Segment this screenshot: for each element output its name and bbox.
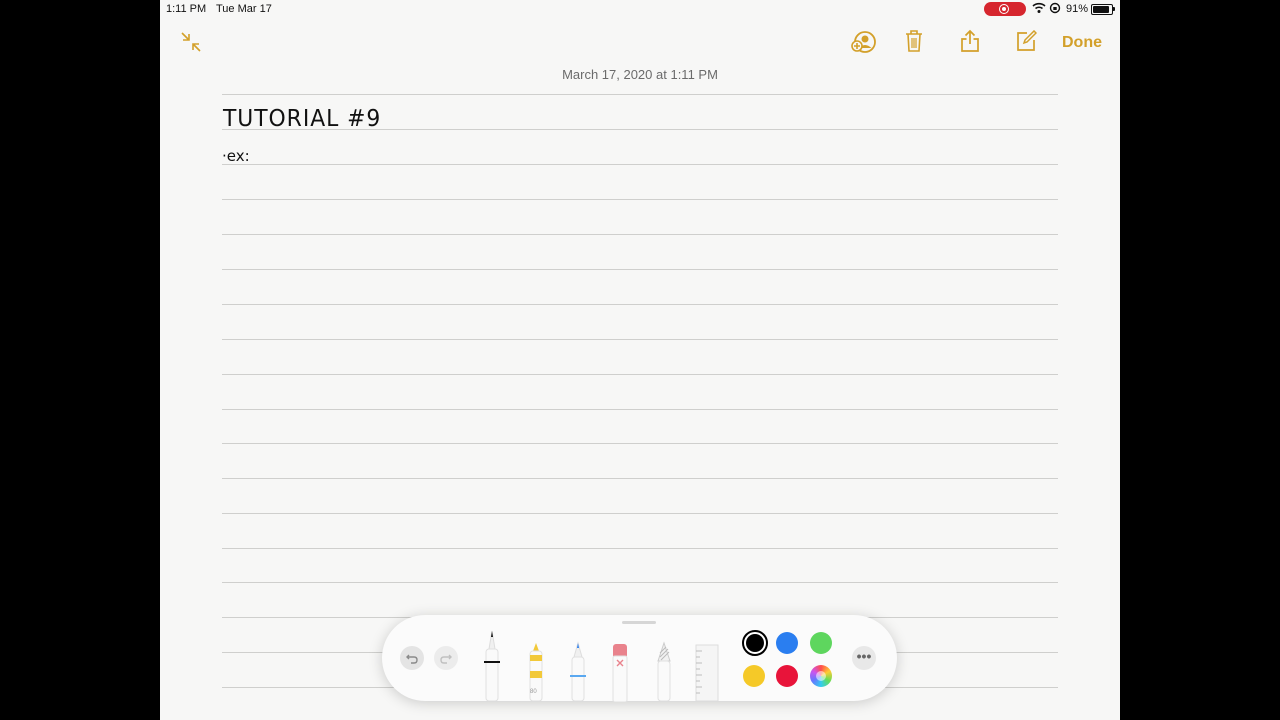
trash-icon[interactable]	[904, 29, 924, 53]
handwritten-title: TUTORIAL #9	[223, 106, 382, 132]
note-toolbar: Done	[160, 28, 1120, 58]
pencil-tool[interactable]	[566, 641, 590, 701]
color-red-swatch[interactable]	[776, 665, 798, 687]
screen-recording-indicator[interactable]	[984, 2, 1026, 16]
redo-button[interactable]	[434, 646, 458, 670]
status-time: 1:11 PM	[166, 3, 207, 15]
collapse-icon[interactable]	[180, 31, 202, 53]
color-black-swatch[interactable]	[742, 630, 768, 656]
undo-icon	[406, 654, 418, 664]
palette-grab-handle[interactable]	[622, 621, 656, 624]
wifi-icon	[1032, 2, 1046, 13]
handwritten-example-label: ·ex:	[222, 147, 250, 165]
status-bar: 1:11 PM Tue Mar 17 91%	[160, 0, 1120, 18]
color-yellow-swatch[interactable]	[743, 665, 765, 687]
color-blue-swatch[interactable]	[776, 632, 798, 654]
done-button[interactable]: Done	[1062, 34, 1102, 52]
battery-percent: 91%	[1066, 3, 1089, 15]
notes-screen: 1:11 PM Tue Mar 17 91% Done March 17, 20…	[160, 0, 1120, 720]
marker-width-label: 80	[530, 689, 537, 695]
eraser-tool[interactable]	[608, 642, 632, 702]
compose-icon[interactable]	[1015, 30, 1037, 52]
share-icon[interactable]	[960, 29, 980, 53]
ruler-tool[interactable]	[692, 643, 722, 701]
color-green-swatch[interactable]	[810, 632, 832, 654]
color-picker-icon[interactable]	[810, 665, 832, 687]
redo-icon	[440, 654, 452, 664]
note-timestamp: March 17, 2020 at 1:11 PM	[562, 67, 718, 82]
markup-palette: 80 •••	[382, 615, 897, 702]
orientation-lock-icon	[1049, 2, 1061, 14]
battery-icon	[1091, 4, 1115, 15]
pen-tool[interactable]	[480, 627, 504, 701]
selected-color-dot	[746, 634, 764, 652]
status-date: Tue Mar 17	[216, 3, 272, 15]
more-options-button[interactable]: •••	[852, 646, 876, 670]
lasso-tool[interactable]	[652, 641, 676, 701]
add-person-icon[interactable]	[850, 30, 878, 54]
undo-button[interactable]	[400, 646, 424, 670]
